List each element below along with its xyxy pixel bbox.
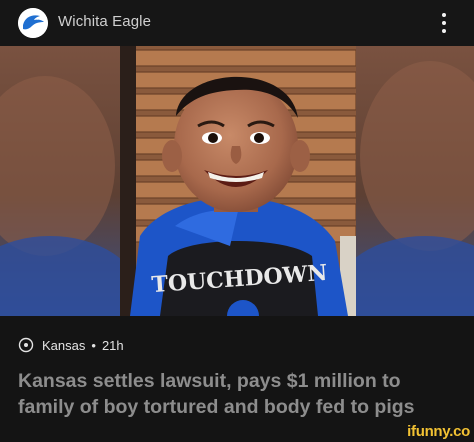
watermark: ifunny.co: [407, 423, 470, 440]
article-photo[interactable]: TOUCHDOWN: [0, 46, 474, 316]
post-age: 21h: [101, 337, 124, 353]
post-header: Wichita Eagle: [0, 0, 474, 46]
publisher-name[interactable]: Wichita Eagle: [58, 13, 151, 30]
location-pin-icon: [18, 337, 34, 353]
article-headline[interactable]: Kansas settles lawsuit, pays $1 million …: [18, 368, 458, 420]
eagle-logo-icon: [18, 8, 48, 38]
publisher-avatar[interactable]: [18, 8, 48, 38]
meta-separator: •: [91, 337, 96, 353]
location-label[interactable]: Kansas: [42, 338, 85, 353]
post-meta: Kansas • 21h: [18, 335, 124, 355]
more-vertical-icon[interactable]: [438, 10, 450, 36]
photo-center: TOUCHDOWN: [120, 46, 356, 316]
